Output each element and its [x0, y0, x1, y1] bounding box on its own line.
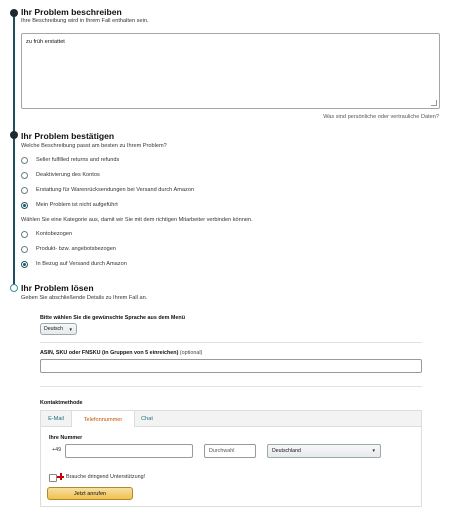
asin-input[interactable] [40, 359, 422, 373]
radio-option-account[interactable]: Kontobezogen [21, 229, 72, 239]
radio-label: Mein Problem ist nicht aufgeführt [36, 202, 118, 208]
asin-optional-text: (optional) [179, 350, 203, 356]
problem-description-textarea[interactable]: zu früh erstattet [21, 33, 440, 109]
step2-question2: Wählen Sie eine Kategorie aus, damit wir… [21, 217, 253, 223]
step1-subtitle: Ihre Beschreibung wird in Ihrem Fall ent… [21, 18, 149, 24]
urgent-label: Brauche dringend Unterstützung! [66, 474, 146, 480]
step3-subtitle: Geben Sie abschließende Details zu Ihrem… [21, 295, 148, 301]
textarea-value: zu früh erstattet [26, 39, 65, 45]
radio-label: Erstattung für Warenrücksendungen bei Ve… [36, 187, 195, 193]
tab-phone[interactable]: Telefonnummer [71, 411, 135, 428]
radio-option-product[interactable]: Produkt- bzw. angebotsbezogen [21, 244, 116, 254]
step2-marker [10, 131, 18, 139]
radio-label: Deaktivierung des Kontos [36, 172, 100, 178]
radio-icon[interactable] [21, 245, 28, 253]
radio-selected-icon[interactable] [21, 260, 28, 268]
step1-marker [10, 9, 18, 17]
radio-icon[interactable] [21, 186, 28, 194]
chevron-down-icon: ▼ [371, 448, 376, 453]
contact-method-tabs: E-Mail Telefonnummer Chat [40, 410, 422, 428]
radio-option-fba[interactable]: In Bezug auf Versand durch Amazon [21, 259, 127, 269]
resize-handle-icon[interactable] [431, 100, 437, 106]
radio-label: Kontobezogen [36, 231, 73, 237]
step2-question1: Welche Beschreibung passt am besten zu I… [21, 143, 167, 149]
extension-placeholder: Durchwahl [209, 448, 235, 454]
privacy-info-link[interactable]: Was sind persönliche oder vertrauliche D… [323, 114, 439, 120]
radio-label: Seller fulfilled returns and refunds [36, 157, 120, 163]
divider [40, 342, 422, 343]
step3-marker [10, 284, 18, 292]
radio-option-not-listed[interactable]: Mein Problem ist nicht aufgeführt [21, 200, 118, 210]
phone-prefix: +49 [52, 447, 62, 453]
divider [40, 386, 422, 387]
radio-selected-icon[interactable] [21, 201, 28, 209]
language-label: Bitte wählen Sie die gewünschte Sprache … [40, 315, 185, 321]
step1-title: Ihr Problem beschreiben [21, 7, 122, 17]
phone-label: Ihre Nummer [49, 435, 83, 441]
language-select[interactable]: Deutsch ▼ [40, 323, 77, 335]
urgent-checkbox[interactable] [49, 474, 57, 482]
radio-label: In Bezug auf Versand durch Amazon [36, 261, 127, 267]
urgent-cross-icon [57, 473, 64, 480]
step3-title: Ihr Problem lösen [21, 283, 94, 293]
contact-method-label: Kontaktmethode [40, 400, 83, 406]
radio-option-seller-returns[interactable]: Seller fulfilled returns and refunds [21, 155, 119, 165]
country-select[interactable]: Deutschland ▼ [267, 444, 381, 458]
phone-number-input[interactable] [65, 444, 193, 458]
call-now-button[interactable]: Jetzt anrufen [47, 487, 133, 500]
step2-title: Ihr Problem bestätigen [21, 131, 115, 141]
radio-option-fba-refund[interactable]: Erstattung für Warenrücksendungen bei Ve… [21, 185, 194, 195]
country-value: Deutschland [272, 448, 301, 454]
radio-label: Produkt- bzw. angebotsbezogen [36, 246, 116, 252]
radio-icon[interactable] [21, 156, 28, 164]
tab-chat[interactable]: Chat [133, 411, 161, 427]
radio-option-deactivation[interactable]: Deaktivierung des Kontos [21, 170, 100, 180]
tab-email[interactable]: E-Mail [41, 411, 71, 427]
asin-label: ASIN, SKU oder FNSKU (in Gruppen von 5 e… [40, 350, 202, 356]
chevron-down-icon: ▼ [68, 327, 73, 332]
extension-input[interactable]: Durchwahl [204, 444, 256, 458]
language-value: Deutsch [44, 326, 64, 332]
radio-icon[interactable] [21, 171, 28, 179]
radio-icon[interactable] [21, 230, 28, 238]
asin-label-text: ASIN, SKU oder FNSKU (in Gruppen von 5 e… [40, 350, 179, 356]
progress-timeline [13, 10, 15, 286]
